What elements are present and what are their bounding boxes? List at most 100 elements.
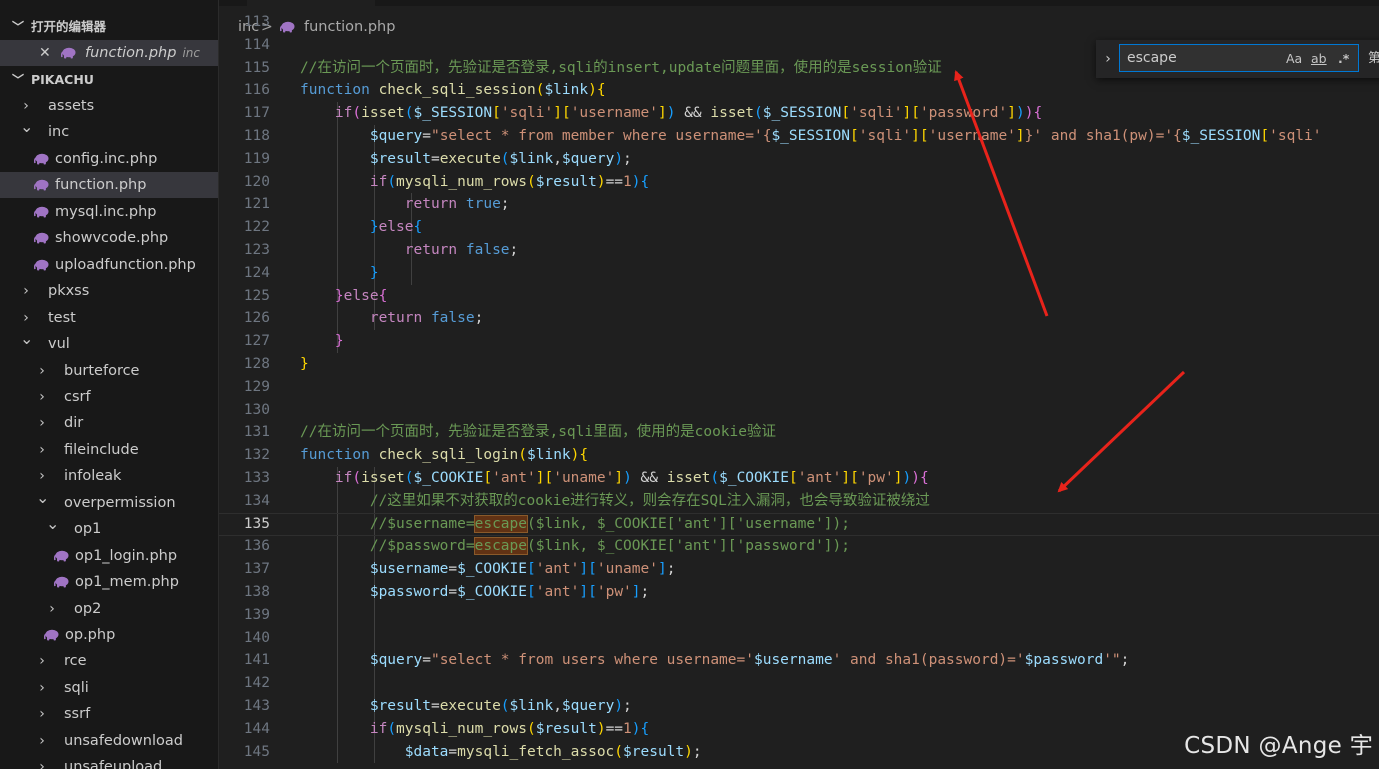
code-line[interactable]: 139 (219, 604, 1379, 627)
tree-file-op1-login-php[interactable]: op1_login.php (0, 543, 218, 569)
code-line[interactable]: 128} (219, 353, 1379, 376)
code-line[interactable]: 132 function check_sqli_login($link){ (219, 444, 1379, 467)
tree-folder-rce[interactable]: › rce (0, 648, 218, 674)
line-text: return false; (369, 310, 484, 327)
watermark: CSDN @Ange 宇 (1184, 733, 1373, 759)
tree-file-op-php[interactable]: op.php (0, 622, 218, 648)
code-line[interactable]: 135 //$username=escape($link, $_COOKIE['… (219, 512, 1379, 536)
code-line[interactable]: 130 (219, 399, 1379, 422)
line-text: } (334, 333, 344, 350)
code-line[interactable]: 142 (219, 672, 1379, 695)
chevron-right-icon[interactable]: › (36, 437, 48, 463)
explorer-sidebar: ﹀ 打开的编辑器 ✕ function.php inc ﹀ PIKACHU › as… (0, 0, 219, 769)
tree-item-label: ssrf (64, 706, 91, 723)
tree-folder-inc[interactable]: ⌄ inc (0, 117, 218, 145)
tree-file-config-inc-php[interactable]: config.inc.php (0, 146, 218, 172)
tree-folder-overpermission[interactable]: ⌄ overpermission (0, 488, 218, 516)
chevron-right-icon[interactable]: › (36, 648, 48, 674)
code-line[interactable]: 129 (219, 376, 1379, 399)
chevron-down-icon[interactable]: ⌄ (20, 326, 33, 352)
chevron-right-icon[interactable]: › (20, 278, 32, 304)
whole-word-icon[interactable]: ab (1311, 48, 1327, 70)
tree-folder-csrf[interactable]: › csrf (0, 384, 218, 410)
chevron-down-icon[interactable]: ⌄ (20, 114, 33, 140)
code-line[interactable]: 140 (219, 627, 1379, 650)
line-text: //$password=escape($link, $_COOKIE['ant'… (369, 537, 851, 556)
tree-folder-pkxss[interactable]: › pkxss (0, 278, 218, 304)
tree-folder-op1[interactable]: ⌄ op1 (0, 514, 218, 542)
tree-item-label: vul (48, 336, 70, 353)
tree-item-label: assets (48, 98, 95, 114)
tree-folder-unsafedownload[interactable]: › unsafedownload (0, 728, 218, 754)
tree-item-label: op.php (65, 627, 116, 643)
match-case-icon[interactable]: Aa (1286, 48, 1302, 70)
code-line[interactable]: 120 if(mysqli_num_rows($result)==1){ (219, 171, 1379, 194)
code-line[interactable]: 113 (219, 11, 1379, 34)
line-text: //在访问一个页面时，先验证是否登录,sqli里面，使用的是cookie验证 (300, 424, 776, 441)
chevron-down-icon[interactable]: ⌄ (36, 485, 49, 511)
tree-folder-fileinclude[interactable]: › fileinclude (0, 437, 218, 463)
tree-folder-dir[interactable]: › dir (0, 410, 218, 436)
tree-folder-burteforce[interactable]: › burteforce (0, 358, 218, 384)
project-title: PIKACHU (31, 72, 94, 87)
code-line[interactable]: 134 //这里如果不对获取的cookie进行转义，则会存在SQL注入漏洞，也会… (219, 490, 1379, 513)
chevron-down-icon[interactable]: ⌄ (46, 511, 59, 537)
tree-item-label: fileinclude (64, 441, 139, 458)
project-header[interactable]: ﹀ PIKACHU (0, 67, 218, 93)
code-line[interactable]: 138 $password=$_COOKIE['ant']['pw']; (219, 581, 1379, 604)
chevron-right-icon[interactable]: › (36, 675, 48, 701)
chevron-right-icon[interactable]: › (36, 358, 48, 384)
code-line[interactable]: 117 if(isset($_SESSION['sqli']['username… (219, 102, 1379, 125)
code-line[interactable]: 125 }else{ (219, 285, 1379, 308)
code-line[interactable]: 121 return true; (219, 193, 1379, 216)
code-line[interactable]: 123 return false; (219, 239, 1379, 262)
line-number: 120 (243, 173, 270, 190)
code-line[interactable]: 133 if(isset($_COOKIE['ant']['uname']) &… (219, 467, 1379, 490)
chevron-right-icon[interactable]: › (36, 754, 48, 769)
line-number: 116 (243, 82, 270, 99)
active-tab[interactable] (247, 0, 375, 6)
code-line[interactable]: 124 } (219, 262, 1379, 285)
code-line[interactable]: 143 $result=execute($link,$query); (219, 695, 1379, 718)
code-line[interactable]: 116 function check_sqli_session($link){ (219, 79, 1379, 102)
tree-file-mysql-inc-php[interactable]: mysql.inc.php (0, 199, 218, 225)
tree-file-showvcode-php[interactable]: showvcode.php (0, 225, 218, 251)
tab-strip (219, 0, 1379, 6)
tree-folder-test[interactable]: › test (0, 305, 218, 331)
chevron-right-icon[interactable]: › (36, 728, 48, 754)
tree-folder-sqli[interactable]: › sqli (0, 675, 218, 701)
tree-folder-infoleak[interactable]: › infoleak (0, 463, 218, 489)
code-line[interactable]: 136 //$password=escape($link, $_COOKIE['… (219, 535, 1379, 558)
tree-folder-op2[interactable]: › op2 (0, 596, 218, 622)
code-line[interactable]: 137 $username=$_COOKIE['ant']['uname']; (219, 558, 1379, 581)
tree-file-op1-mem-php[interactable]: op1_mem.php (0, 569, 218, 595)
open-editor-item[interactable]: ✕ function.php inc (0, 40, 218, 66)
toggle-replace-chevron-icon[interactable]: › (1096, 40, 1117, 78)
code-line[interactable]: 141 $query="select * from users where us… (219, 649, 1379, 672)
code-line[interactable]: 122 }else{ (219, 216, 1379, 239)
tree-folder-unsafeupload[interactable]: › unsafeupload (0, 754, 218, 769)
code-line[interactable]: 119 $result=execute($link,$query); (219, 148, 1379, 171)
tree-item-label: sqli (64, 679, 89, 696)
close-icon[interactable]: ✕ (39, 40, 51, 66)
chevron-right-icon[interactable]: › (36, 410, 48, 436)
chevron-right-icon[interactable]: › (36, 701, 48, 727)
regex-icon[interactable]: .* (1338, 48, 1349, 70)
code-line[interactable]: 118 $query="select * from member where u… (219, 125, 1379, 148)
code-line[interactable]: 131 //在访问一个页面时，先验证是否登录,sqli里面，使用的是cookie验… (219, 421, 1379, 444)
tree-folder-vul[interactable]: ⌄ vul (0, 329, 218, 357)
find-input[interactable]: escape Aa ab .* (1119, 44, 1359, 72)
tree-folder-ssrf[interactable]: › ssrf (0, 701, 218, 727)
tree-file-function-php[interactable]: function.php (0, 172, 218, 199)
chevron-right-icon[interactable]: › (36, 384, 48, 410)
tree-folder-assets[interactable]: › assets (0, 93, 218, 119)
php-elephant-icon (34, 153, 49, 165)
code-line[interactable]: 127 } (219, 330, 1379, 353)
tree-file-uploadfunction-php[interactable]: uploadfunction.php (0, 252, 218, 278)
line-number: 136 (243, 538, 270, 555)
open-editors-header[interactable]: ﹀ 打开的编辑器 (0, 14, 218, 40)
line-text: //这里如果不对获取的cookie进行转义，则会存在SQL注入漏洞，也会导致验证… (369, 492, 930, 509)
code-line[interactable]: 126 return false; (219, 307, 1379, 330)
chevron-right-icon[interactable]: › (46, 596, 58, 622)
code-view[interactable]: 113 114 115 //在访问一个页面时，先验证是否登录,sqli的insert,… (219, 14, 1379, 769)
